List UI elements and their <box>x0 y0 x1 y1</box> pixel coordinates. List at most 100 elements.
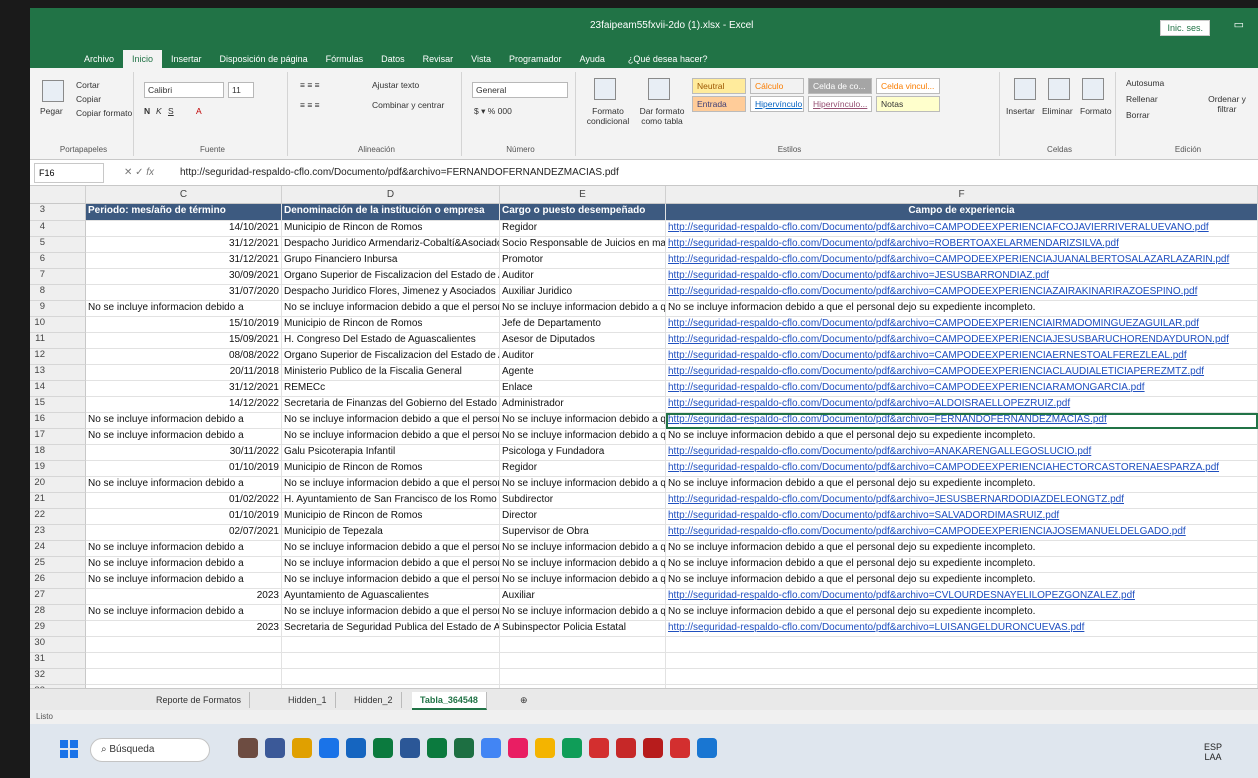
table-cell[interactable]: Psicologa y Fundadora <box>500 445 666 461</box>
header-cell-e[interactable]: Cargo o puesto desempeñado <box>500 204 666 221</box>
sheet-tab[interactable]: Hidden_1 <box>280 692 336 708</box>
table-cell[interactable] <box>282 669 500 685</box>
table-cell[interactable]: 01/10/2019 <box>86 461 282 477</box>
wrap-text-button[interactable]: Ajustar texto <box>372 80 419 90</box>
table-cell[interactable]: Auxiliar <box>500 589 666 605</box>
format-as-table-icon[interactable] <box>648 78 670 100</box>
table-cell[interactable]: 31/12/2021 <box>86 381 282 397</box>
table-cell[interactable]: 31/07/2020 <box>86 285 282 301</box>
table-cell[interactable]: No se incluye informacion debido a <box>86 429 282 445</box>
row-header[interactable]: 28 <box>30 605 86 621</box>
row-header[interactable]: 29 <box>30 621 86 637</box>
table-cell[interactable]: 01/10/2019 <box>86 509 282 525</box>
table-cell[interactable]: Ministerio Publico de la Fiscalia Genera… <box>282 365 500 381</box>
table-cell[interactable]: No se incluye informacion debido a q <box>500 429 666 445</box>
table-cell[interactable]: 31/12/2021 <box>86 237 282 253</box>
table-cell[interactable]: No se incluye informacion debido a que e… <box>666 541 1258 557</box>
windows-start-icon[interactable] <box>60 740 78 758</box>
hyperlink-cell[interactable]: http://seguridad-respaldo-cflo.com/Docum… <box>666 589 1258 605</box>
font-size-select[interactable]: 11 <box>228 82 254 98</box>
table-cell[interactable]: Grupo Financiero Inbursa <box>282 253 500 269</box>
table-cell[interactable]: No se incluye informacion debido a que e… <box>282 605 500 621</box>
column-header[interactable]: F <box>666 186 1258 204</box>
hyperlink-cell[interactable]: http://seguridad-respaldo-cflo.com/Docum… <box>666 509 1258 525</box>
taskbar-app-icon[interactable] <box>238 738 258 758</box>
taskbar-app-icon[interactable] <box>265 738 285 758</box>
conditional-format-button[interactable]: Formato condicional <box>584 106 632 126</box>
sign-in-button[interactable]: Inic. ses. <box>1160 20 1210 36</box>
table-cell[interactable]: 15/09/2021 <box>86 333 282 349</box>
hyperlink-cell[interactable]: http://seguridad-respaldo-cflo.com/Docum… <box>666 333 1258 349</box>
taskbar-app-icon[interactable] <box>346 738 366 758</box>
table-cell[interactable]: Despacho Juridico Armendariz-Cobaltí&Aso… <box>282 237 500 253</box>
fill-button[interactable]: Rellenar <box>1126 94 1158 104</box>
table-cell[interactable] <box>282 653 500 669</box>
row-header[interactable]: 4 <box>30 221 86 237</box>
taskbar-app-icon[interactable] <box>481 738 501 758</box>
table-cell[interactable]: 2023 <box>86 621 282 637</box>
row-header[interactable]: 8 <box>30 285 86 301</box>
number-format-select[interactable]: General <box>472 82 568 98</box>
taskbar-app-icon[interactable] <box>508 738 528 758</box>
table-cell[interactable]: No se incluye informacion debido a que e… <box>282 573 500 589</box>
style-notas[interactable]: Notas <box>876 96 940 112</box>
hyperlink-cell[interactable]: http://seguridad-respaldo-cflo.com/Docum… <box>666 621 1258 637</box>
ribbon-tab[interactable]: Vista <box>462 50 500 68</box>
table-cell[interactable]: No se incluye informacion debido a <box>86 541 282 557</box>
row-header[interactable]: 17 <box>30 429 86 445</box>
table-cell[interactable]: No se incluye informacion debido a que e… <box>666 605 1258 621</box>
hyperlink-cell[interactable]: http://seguridad-respaldo-cflo.com/Docum… <box>666 461 1258 477</box>
row-header[interactable]: 9 <box>30 301 86 317</box>
table-cell[interactable]: 30/09/2021 <box>86 269 282 285</box>
ribbon-tab[interactable]: Ayuda <box>571 50 614 68</box>
row-header[interactable]: 19 <box>30 461 86 477</box>
taskbar-app-icon[interactable] <box>535 738 555 758</box>
table-cell[interactable]: No se incluye informacion debido a <box>86 573 282 589</box>
formula-input[interactable]: http://seguridad-respaldo-cflo.com/Docum… <box>174 163 1258 182</box>
table-cell[interactable]: No se incluye informacion debido a que e… <box>666 477 1258 493</box>
fx-icon[interactable]: ✕ ✓ fx <box>104 167 174 178</box>
table-cell[interactable]: Secretaria de Finanzas del Gobierno del … <box>282 397 500 413</box>
style-calculo[interactable]: Cálculo <box>750 78 804 94</box>
hyperlink-cell[interactable]: http://seguridad-respaldo-cflo.com/Docum… <box>666 317 1258 333</box>
ribbon-tab[interactable]: Archivo <box>75 50 123 68</box>
table-cell[interactable]: Organo Superior de Fiscalizacion del Est… <box>282 349 500 365</box>
table-cell[interactable]: Promotor <box>500 253 666 269</box>
table-cell[interactable]: No se incluye informacion debido a q <box>500 557 666 573</box>
table-cell[interactable]: No se incluye informacion debido a <box>86 605 282 621</box>
tell-me-search[interactable]: ¿Qué desea hacer? <box>622 50 714 68</box>
sheet-tab[interactable]: Reporte de Formatos <box>148 692 251 708</box>
table-cell[interactable]: Regidor <box>500 461 666 477</box>
conditional-format-icon[interactable] <box>594 78 616 100</box>
table-cell[interactable]: Municipio de Rincon de Romos <box>282 461 500 477</box>
taskbar-search[interactable]: ⌕ Búsqueda <box>90 738 210 762</box>
hyperlink-cell[interactable]: http://seguridad-respaldo-cflo.com/Docum… <box>666 413 1258 429</box>
hyperlink-cell[interactable]: http://seguridad-respaldo-cflo.com/Docum… <box>666 349 1258 365</box>
table-cell[interactable]: Municipio de Rincon de Romos <box>282 317 500 333</box>
table-cell[interactable]: No se incluye informacion debido a q <box>500 477 666 493</box>
language-indicator[interactable]: ESP LAA <box>1204 742 1222 762</box>
insert-button[interactable]: Insertar <box>1006 106 1035 116</box>
row-header[interactable]: 31 <box>30 653 86 669</box>
hyperlink-cell[interactable]: http://seguridad-respaldo-cflo.com/Docum… <box>666 269 1258 285</box>
table-cell[interactable]: 08/08/2022 <box>86 349 282 365</box>
table-cell[interactable]: 14/10/2021 <box>86 221 282 237</box>
currency-icon[interactable]: $ ▾ % 000 <box>474 106 512 117</box>
table-cell[interactable]: Asesor de Diputados <box>500 333 666 349</box>
table-cell[interactable]: Regidor <box>500 221 666 237</box>
merge-center-button[interactable]: Combinar y centrar <box>372 100 444 110</box>
hyperlink-cell[interactable]: http://seguridad-respaldo-cflo.com/Docum… <box>666 365 1258 381</box>
table-cell[interactable]: No se incluye informacion debido a q <box>500 301 666 317</box>
row-header[interactable]: 21 <box>30 493 86 509</box>
table-cell[interactable]: Municipio de Tepezala <box>282 525 500 541</box>
table-cell[interactable]: No se incluye informacion debido a que e… <box>282 557 500 573</box>
row-header[interactable]: 23 <box>30 525 86 541</box>
paste-button[interactable]: Pegar <box>40 106 63 116</box>
table-cell[interactable]: No se incluye informacion debido a que e… <box>666 429 1258 445</box>
row-header[interactable]: 24 <box>30 541 86 557</box>
ribbon-tab[interactable]: Inicio <box>123 50 163 68</box>
table-cell[interactable] <box>500 653 666 669</box>
italic-button[interactable]: K <box>156 106 162 116</box>
ribbon-tab[interactable]: Programador <box>500 50 571 68</box>
align-left-icon[interactable]: ≡ ≡ ≡ <box>300 100 320 110</box>
